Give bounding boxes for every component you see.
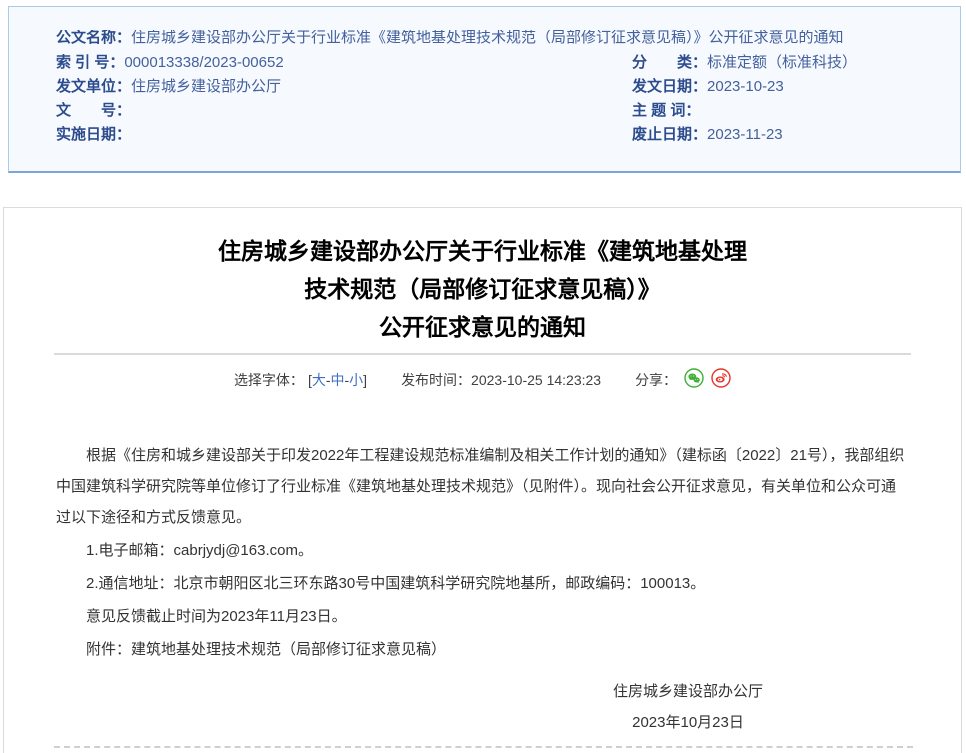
bottom-dashed-divider: [54, 746, 913, 748]
impl-date-label: 实施日期：: [56, 126, 131, 143]
article-title-line1: 住房城乡建设部办公厅关于行业标准《建筑地基处理: [34, 232, 931, 270]
meta-row-index-no: 索 引 号：000013338/2023-00652: [56, 55, 632, 70]
font-size-selector: [大-中-小]: [308, 370, 367, 390]
article-body: 根据《住房和城乡建设部关于印发2022年工程建设规范标准编制及相关工作计划的通知…: [34, 440, 931, 665]
body-paragraph-intro: 根据《住房和城乡建设部关于印发2022年工程建设规范标准编制及相关工作计划的通知…: [56, 440, 909, 533]
meta-row-doc-name: 公文名称：住房城乡建设部办公厅关于行业标准《建筑地基处理技术规范（局部修订征求意…: [56, 30, 915, 45]
category-value: 标准定额（标准科技）: [707, 54, 857, 71]
issuing-unit-value: 住房城乡建设部办公厅: [131, 78, 281, 95]
document-meta-panel: 公文名称：住房城乡建设部办公厅关于行业标准《建筑地基处理技术规范（局部修订征求意…: [8, 6, 961, 173]
font-size-medium-link[interactable]: 中: [331, 372, 345, 388]
meta-row-impl-date: 实施日期：: [56, 127, 632, 142]
body-paragraph-attachment: 附件：建筑地基处理技术规范（局部修订征求意见稿）: [56, 634, 909, 665]
wechat-share-icon[interactable]: [684, 368, 704, 391]
share-label: 分享：: [635, 370, 677, 390]
meta-row-issuing-unit: 发文单位：住房城乡建设部办公厅: [56, 79, 632, 94]
meta-row-category: 分 类：标准定额（标准科技）: [632, 55, 915, 70]
issue-date-label: 发文日期：: [632, 78, 707, 95]
signature-org: 住房城乡建设部办公厅: [613, 676, 763, 707]
issue-date-value: 2023-10-23: [707, 78, 784, 95]
meta-row-repeal-date: 废止日期：2023-11-23: [632, 127, 915, 142]
doc-number-label: 文 号：: [56, 102, 131, 119]
font-size-small-link[interactable]: 小: [349, 372, 363, 388]
doc-name-value: 住房城乡建设部办公厅关于行业标准《建筑地基处理技术规范（局部修订征求意见稿）》公…: [131, 30, 844, 45]
font-size-large-link[interactable]: 大: [312, 372, 326, 388]
meta-row-keywords: 主 题 词：: [632, 103, 915, 118]
signature-block: 住房城乡建设部办公厅 2023年10月23日: [613, 676, 763, 738]
doc-name-label: 公文名称：: [56, 30, 131, 45]
issuing-unit-label: 发文单位：: [56, 78, 131, 95]
title-divider: [54, 353, 911, 355]
article-toolbar: 选择字体：[大-中-小] 发布时间：2023-10-25 14:23:23 分享…: [34, 368, 931, 391]
weibo-share-icon[interactable]: [711, 368, 731, 391]
repeal-date-value: 2023-11-23: [707, 126, 783, 143]
index-no-label: 索 引 号：: [56, 54, 124, 71]
signature-date: 2023年10月23日: [613, 707, 763, 738]
keywords-label: 主 题 词：: [632, 102, 700, 119]
body-paragraph-deadline: 意见反馈截止时间为2023年11月23日。: [56, 601, 909, 632]
body-paragraph-email: 1.电子邮箱：cabrjydj@163.com。: [56, 535, 909, 566]
category-label: 分 类：: [632, 54, 707, 71]
article-title-line2: 技术规范（局部修订征求意见稿）》: [34, 270, 931, 308]
meta-row-doc-number: 文 号：: [56, 103, 632, 118]
bracket-close: ]: [363, 372, 367, 388]
article-title-line3: 公开征求意见的通知: [34, 308, 931, 346]
body-paragraph-address: 2.通信地址：北京市朝阳区北三环东路30号中国建筑科学研究院地基所，邮政编码：1…: [56, 568, 909, 599]
font-size-label: 选择字体：: [234, 370, 304, 390]
meta-grid: 索 引 号：000013338/2023-00652 分 类：标准定额（标准科技…: [56, 55, 915, 142]
meta-row-issue-date: 发文日期：2023-10-23: [632, 79, 915, 94]
repeal-date-label: 废止日期：: [632, 126, 707, 143]
publish-time: 发布时间：2023-10-25 14:23:23: [401, 370, 601, 390]
article-title: 住房城乡建设部办公厅关于行业标准《建筑地基处理 技术规范（局部修订征求意见稿）》…: [34, 232, 931, 346]
article-panel: 住房城乡建设部办公厅关于行业标准《建筑地基处理 技术规范（局部修订征求意见稿）》…: [3, 207, 962, 753]
index-no-value: 000013338/2023-00652: [124, 54, 283, 71]
